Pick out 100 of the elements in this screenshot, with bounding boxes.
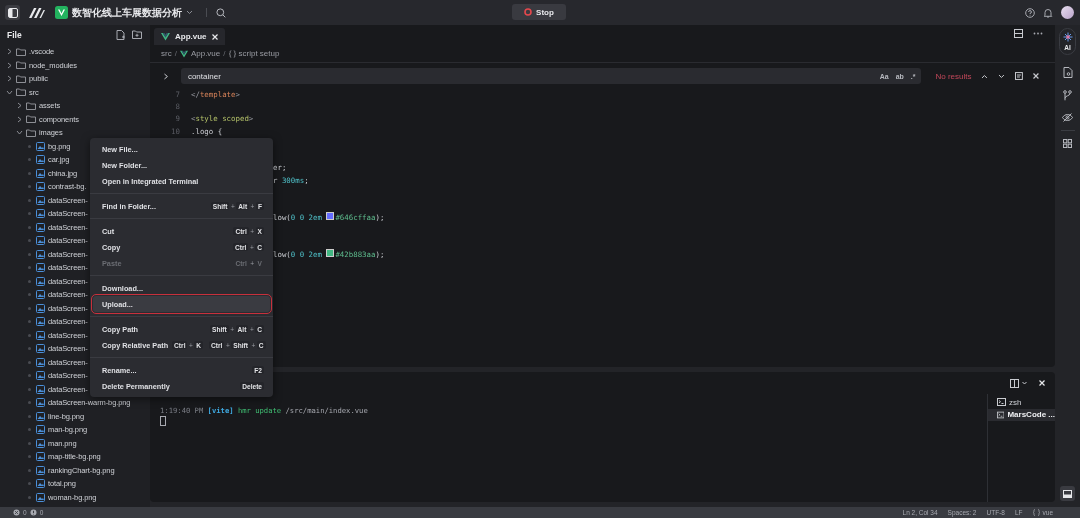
image-file-icon (36, 425, 45, 435)
image-file-icon (36, 398, 45, 408)
stop-icon (524, 8, 533, 16)
terminal-cursor (160, 416, 166, 426)
error-icon[interactable] (13, 509, 20, 516)
bullet-icon (28, 266, 31, 270)
bullet-icon (28, 144, 31, 148)
image-file-icon (36, 357, 45, 367)
image-file-icon (36, 452, 45, 462)
color-swatch[interactable] (326, 212, 335, 221)
bullet-icon (28, 482, 31, 486)
bullet-icon (28, 212, 31, 216)
chevron-icon[interactable] (6, 75, 13, 83)
sidebar-toggle-icon[interactable] (5, 5, 20, 20)
vue-badge-icon (55, 6, 68, 19)
split-editor-icon[interactable] (1014, 28, 1023, 38)
bullet-icon (28, 441, 31, 445)
braces-icon (1032, 509, 1040, 516)
image-file-icon (36, 317, 45, 327)
breadcrumb-item[interactable]: App.vue (190, 49, 221, 58)
terminal-session[interactable]: zsh (988, 396, 1055, 409)
bullet-icon (28, 455, 31, 459)
caret-icon[interactable] (186, 10, 193, 15)
bullet-icon (28, 468, 31, 472)
bullet-icon (28, 401, 31, 405)
help-icon[interactable] (1025, 7, 1035, 18)
terminal-session[interactable]: MarsCode ... (988, 408, 1055, 421)
previous-match-icon[interactable] (981, 73, 989, 79)
image-file-icon (36, 168, 45, 178)
breadcrumb-separator: / (174, 49, 177, 58)
file-search-icon[interactable] (1062, 67, 1073, 78)
bullet-icon (28, 225, 31, 229)
close-icon[interactable] (1033, 73, 1039, 79)
terminal-icon (997, 410, 1005, 419)
image-file-icon (36, 371, 45, 381)
chevron-icon[interactable] (6, 88, 13, 96)
color-swatch[interactable] (326, 249, 335, 258)
image-file-icon (36, 479, 45, 489)
bullet-icon (28, 333, 31, 337)
bullet-icon (28, 360, 31, 364)
bullet-icon (28, 428, 31, 432)
bullet-icon (28, 185, 31, 189)
new-folder-icon[interactable] (132, 30, 142, 39)
image-file-icon (36, 330, 45, 340)
image-file-icon (36, 276, 45, 286)
avatar[interactable] (1061, 6, 1074, 19)
next-match-icon[interactable] (998, 73, 1006, 79)
image-file-icon (36, 209, 45, 219)
new-file-icon[interactable] (116, 30, 125, 40)
find-status: No results (935, 71, 972, 81)
bullet-icon (28, 387, 31, 391)
chevron-icon[interactable] (16, 102, 23, 110)
vue-icon (179, 49, 188, 58)
image-file-icon (36, 492, 45, 502)
search-icon[interactable] (216, 7, 226, 18)
project-name[interactable]: 数智化线上车展数据分析 (72, 5, 182, 20)
chevron-icon[interactable] (16, 115, 23, 123)
warning-icon[interactable] (29, 509, 37, 516)
bullet-icon (28, 171, 31, 175)
eye-off-icon[interactable] (1062, 113, 1073, 122)
image-file-icon (36, 155, 45, 165)
image-file-icon (36, 263, 45, 273)
close-icon[interactable] (211, 33, 218, 40)
bullet-icon (28, 239, 31, 243)
chevron-icon[interactable] (6, 48, 13, 56)
breadcrumb-item[interactable]: src (161, 49, 172, 58)
image-file-icon (36, 290, 45, 300)
image-file-icon (36, 384, 45, 394)
bullet-icon (28, 293, 31, 297)
stop-button[interactable]: Stop (512, 4, 566, 20)
logo-icon (29, 7, 45, 18)
split-terminal-icon[interactable] (1010, 378, 1019, 388)
breadcrumb-separator: / (223, 49, 226, 58)
terminal-icon (997, 398, 1006, 407)
chevron-icon[interactable] (6, 61, 13, 69)
branch-icon[interactable] (1063, 90, 1072, 101)
image-file-icon (36, 344, 45, 354)
chevron-icon[interactable] (16, 129, 23, 137)
braces-icon (228, 49, 236, 58)
bullet-icon (28, 320, 31, 324)
grid-icon[interactable] (1063, 139, 1072, 148)
image-file-icon (36, 411, 45, 421)
caret-icon[interactable] (1022, 381, 1027, 385)
bell-icon[interactable] (1043, 7, 1053, 18)
panel-toggle-icon[interactable] (1060, 486, 1075, 501)
sidebar-title: File (7, 30, 22, 40)
editor-tab[interactable]: App.vue (154, 28, 225, 45)
bullet-icon (28, 198, 31, 202)
close-icon[interactable] (1039, 380, 1045, 386)
breadcrumb-item[interactable]: script setup (238, 49, 280, 58)
find-in-selection-icon[interactable] (1015, 72, 1024, 80)
expand-chevron-icon[interactable] (163, 72, 169, 80)
bullet-icon (28, 279, 31, 283)
more-icon[interactable] (1033, 31, 1043, 35)
image-file-icon (36, 249, 45, 259)
bullet-icon (28, 414, 31, 418)
bullet-icon (28, 347, 31, 351)
bullet-icon (28, 158, 31, 162)
image-file-icon (36, 303, 45, 313)
image-file-icon (36, 182, 45, 192)
